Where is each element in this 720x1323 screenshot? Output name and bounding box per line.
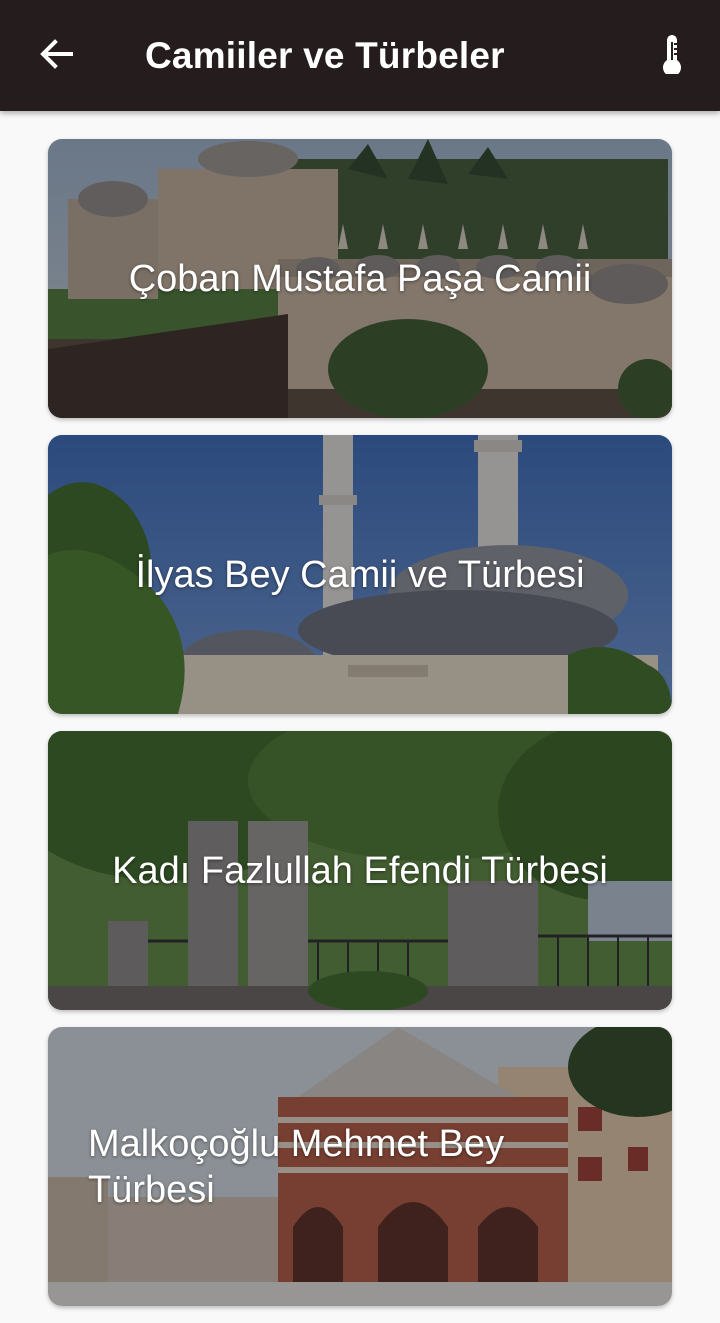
app-bar: Camiiler ve Türbeler — [0, 0, 720, 111]
arrow-left-icon — [38, 36, 74, 77]
place-list: Çoban Mustafa Paşa Camii İlyas Bey Camii… — [48, 139, 672, 1323]
card-title: İlyas Bey Camii ve Türbesi — [135, 553, 585, 596]
card-title: Malkoçoğlu Mehmet Bey Türbesi — [88, 1122, 505, 1211]
thermometer-icon — [659, 34, 685, 79]
card-title: Çoban Mustafa Paşa Camii — [128, 257, 592, 300]
card-title: Kadı Fazlullah Efendi Türbesi — [112, 849, 608, 892]
place-card[interactable]: Malkoçoğlu Mehmet Bey Türbesi — [48, 1027, 672, 1306]
place-card[interactable]: İlyas Bey Camii ve Türbesi — [48, 435, 672, 714]
thermometer-button[interactable] — [644, 28, 700, 84]
place-card[interactable]: Kadı Fazlullah Efendi Türbesi — [48, 731, 672, 1010]
back-button[interactable] — [28, 28, 84, 84]
page-title: Camiiler ve Türbeler — [145, 35, 505, 76]
place-card[interactable]: Çoban Mustafa Paşa Camii — [48, 139, 672, 418]
